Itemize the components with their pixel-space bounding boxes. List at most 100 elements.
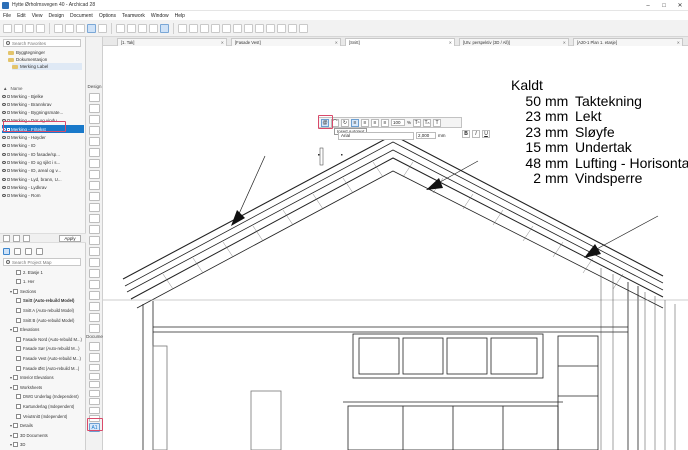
zone-tool-icon[interactable]	[89, 247, 100, 256]
close-button[interactable]: ✕	[672, 0, 688, 11]
close-tab-icon[interactable]: ✕	[335, 40, 338, 45]
layer-settings-icon[interactable]	[76, 23, 85, 33]
mesh-tool-icon[interactable]	[89, 258, 100, 267]
layer-row[interactable]: Merking - Høyder	[2, 134, 84, 142]
tree-item[interactable]: Veiutsnitt (Independent)	[16, 412, 67, 420]
lock-icon[interactable]	[7, 185, 10, 189]
layer-row[interactable]: Merking - Bygningsmate...	[2, 109, 84, 117]
subscript-icon[interactable]: Tₙ	[423, 118, 432, 127]
redo-icon[interactable]	[36, 23, 45, 33]
save-icon[interactable]	[14, 23, 23, 33]
object-tool-icon[interactable]	[89, 236, 100, 245]
menu-teamwork[interactable]: Teamwork	[119, 13, 148, 19]
chevron-down-icon[interactable]: ▾	[10, 327, 12, 332]
zoom-in-icon[interactable]	[116, 23, 125, 33]
slab-tool-icon[interactable]	[89, 148, 100, 157]
tab-fasade-vest[interactable]: [Fasade Vest] ✕	[231, 38, 341, 46]
layer-row[interactable]: Merking - Rom	[2, 192, 84, 200]
column-tool-icon[interactable]	[89, 126, 100, 135]
menu-window[interactable]: Window	[148, 13, 172, 19]
fit-window-icon[interactable]	[138, 23, 147, 33]
maximize-button[interactable]: □	[656, 0, 672, 11]
lamp-tool-icon[interactable]	[89, 324, 100, 333]
structural-icon[interactable]	[266, 23, 275, 33]
tree-item[interactable]: Fasade Øst (Auto-rebuild M...)	[16, 364, 79, 372]
roof-layer-annotation[interactable]: Kaldt 50 mm Taktekning 23 mm Lekt 23 mm Sløyfe 15…	[511, 77, 688, 187]
3d-view-icon[interactable]	[98, 23, 107, 33]
graphic-override-icon[interactable]	[222, 23, 231, 33]
grid-snap-icon[interactable]	[178, 23, 187, 33]
tree-item[interactable]: Kartunderlag (Independent)	[16, 402, 74, 410]
folder-add-icon[interactable]	[13, 234, 20, 242]
tree-item[interactable]: DWG Underlag (Independent)	[16, 393, 79, 401]
tree-item[interactable]: Snitt (Auto-rebuild Model)	[16, 297, 74, 305]
dimension-icon[interactable]	[244, 23, 253, 33]
layer-row[interactable]: Merking - ID fasade/sp...	[2, 150, 84, 158]
menu-help[interactable]: Help	[172, 13, 188, 19]
font-height-field[interactable]: 2,000	[416, 132, 436, 139]
apply-button[interactable]: Apply	[59, 234, 81, 242]
line-spacing-field[interactable]: 100	[391, 119, 405, 126]
visibility-eye-icon[interactable]	[2, 136, 6, 139]
publisher-tab-icon[interactable]	[36, 247, 43, 255]
morph-tool-icon[interactable]	[89, 269, 100, 278]
minimize-button[interactable]: –	[640, 0, 656, 11]
delete-icon[interactable]	[23, 234, 30, 242]
section-marker-tool-icon[interactable]	[89, 381, 100, 388]
new-favorite-icon[interactable]	[3, 234, 10, 242]
partial-display-icon[interactable]	[277, 23, 286, 33]
tree-item[interactable]: Snitt A (Auto-rebuild Model)	[16, 306, 74, 314]
menu-file[interactable]: File	[0, 13, 14, 19]
favorite-folder[interactable]: Byggtegninger	[8, 49, 45, 56]
align-left-icon[interactable]: ≡	[351, 118, 359, 127]
strikethrough-icon[interactable]: T	[433, 118, 442, 127]
shell-tool-icon[interactable]	[89, 170, 100, 179]
arrow-tool-icon[interactable]	[54, 23, 63, 33]
lock-icon[interactable]	[7, 160, 10, 164]
layout-book-tab-icon[interactable]	[25, 247, 32, 255]
marquee-tool-icon[interactable]	[89, 104, 100, 113]
visibility-eye-icon[interactable]	[2, 144, 6, 148]
visibility-eye-icon[interactable]	[2, 94, 6, 98]
plan-view-icon[interactable]	[87, 23, 96, 33]
tree-item[interactable]: 2. Etasje 1	[16, 268, 43, 276]
underline-button[interactable]: U	[482, 130, 490, 138]
organizer-icon[interactable]	[299, 23, 308, 33]
pen-set-icon[interactable]	[149, 23, 158, 33]
font-name-select[interactable]: Arial	[338, 131, 414, 140]
visibility-eye-icon[interactable]	[2, 185, 6, 189]
tree-item[interactable]: Fasade Nord (Auto-rebuild M...)	[16, 335, 82, 343]
superscript-icon[interactable]: Tⁿ	[413, 118, 422, 127]
level-dimension-tool-icon[interactable]	[89, 372, 100, 380]
align-right-icon[interactable]: ≡	[371, 118, 379, 127]
visibility-eye-icon[interactable]	[2, 152, 6, 156]
publisher-icon[interactable]	[288, 23, 297, 33]
favorites-search-input[interactable]: Search Favorites	[3, 39, 81, 47]
lock-icon[interactable]	[7, 111, 10, 115]
rotate-text-icon[interactable]: ↻	[341, 118, 349, 127]
favorite-folder[interactable]: Dokumentasjon	[8, 56, 47, 63]
tree-item[interactable]: ▾ Details	[10, 422, 33, 430]
tab-utv-perspektiv[interactable]: [Utv. perspektiv (3D / All)] ✕	[459, 38, 569, 46]
tree-item[interactable]: ▾ Interior Elevations	[10, 374, 54, 382]
skylight-tool-icon[interactable]	[89, 280, 100, 289]
arc-tool-icon[interactable]	[89, 406, 100, 414]
tree-item[interactable]: ▾ Elevations	[10, 326, 39, 334]
tree-item[interactable]: ▾ 3D Documents	[10, 431, 48, 439]
view-map-tab-icon[interactable]	[14, 247, 21, 255]
chevron-down-icon[interactable]: ▾	[10, 375, 12, 380]
visibility-eye-icon[interactable]	[2, 111, 6, 115]
lock-icon[interactable]	[7, 194, 10, 198]
bold-button[interactable]: B	[462, 130, 470, 138]
tree-item[interactable]: ▾ 3D	[10, 441, 25, 449]
railing-tool-icon[interactable]	[89, 214, 100, 223]
arrow-tool-icon[interactable]	[89, 93, 100, 102]
teamwork-icon[interactable]	[160, 23, 169, 33]
menu-design[interactable]: Design	[45, 13, 67, 19]
label-tool-icon[interactable]	[89, 342, 100, 351]
curtain-wall-tool-icon[interactable]	[89, 225, 100, 234]
menu-document[interactable]: Document	[67, 13, 96, 19]
lock-icon[interactable]	[7, 169, 10, 173]
wall-end-tool-icon[interactable]	[89, 313, 100, 322]
visibility-eye-icon[interactable]	[2, 160, 6, 164]
